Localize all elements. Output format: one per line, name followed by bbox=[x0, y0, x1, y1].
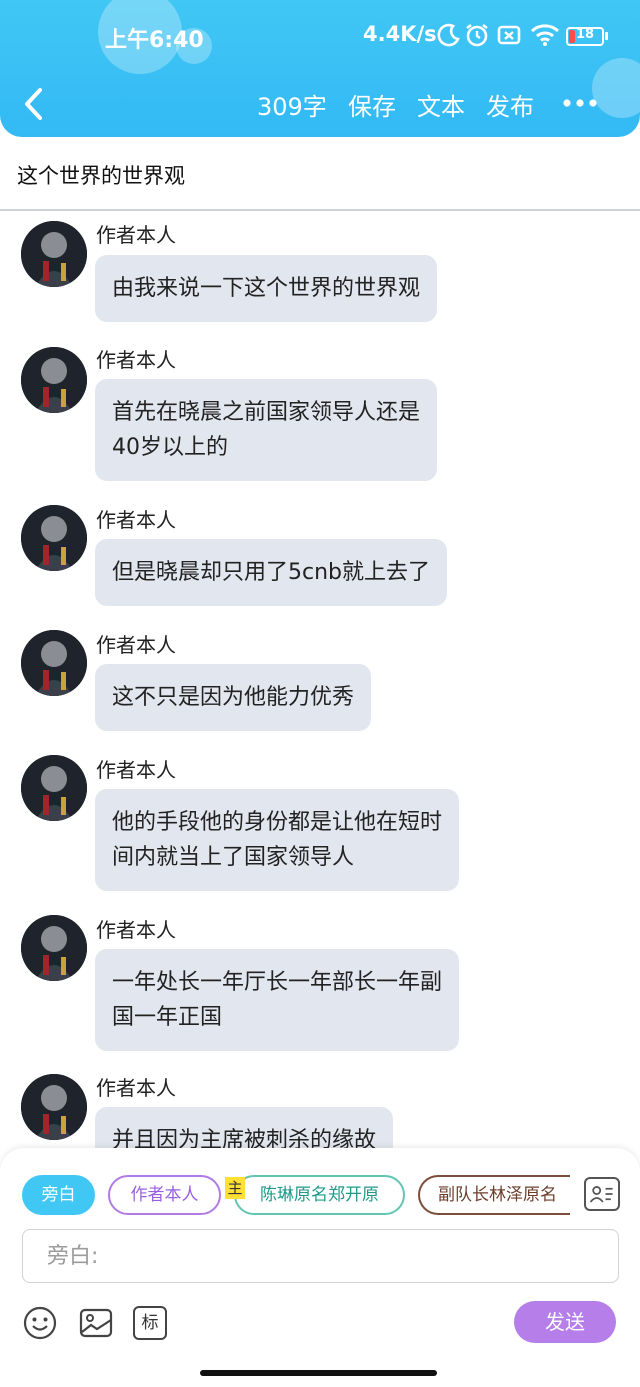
home-indicator[interactable] bbox=[200, 1370, 437, 1376]
chat-list[interactable]: 作者本人 由我来说一下这个世界的世界观 作者本人 首先在晓晨之前国家领导人还是 … bbox=[0, 213, 640, 1148]
contact-card-icon[interactable] bbox=[584, 1177, 620, 1211]
avatar[interactable] bbox=[21, 221, 87, 287]
image-icon[interactable] bbox=[79, 1306, 113, 1340]
chapter-title-row[interactable]: 这个世界的世界观 bbox=[0, 137, 640, 211]
speaker-name: 作者本人 bbox=[96, 1076, 176, 1100]
word-count: 309字 bbox=[257, 93, 327, 121]
speaker-name: 作者本人 bbox=[96, 348, 176, 372]
message-bubble[interactable]: 由我来说一下这个世界的世界观 bbox=[95, 255, 438, 322]
status-time: 上午6:40 bbox=[105, 28, 204, 53]
message-bubble[interactable]: 他的手段他的身份都是让他在短时 间内就当上了国家领导人 bbox=[95, 789, 460, 891]
avatar[interactable] bbox=[21, 347, 87, 413]
avatar[interactable] bbox=[21, 505, 87, 571]
message-bubble[interactable]: 并且因为主席被刺杀的缘故 bbox=[95, 1107, 394, 1148]
role-chip-author[interactable]: 作者本人 bbox=[108, 1175, 221, 1215]
message-bubble[interactable]: 一年处长一年厅长一年部长一年副 国一年正国 bbox=[95, 949, 460, 1051]
speaker-name: 作者本人 bbox=[96, 508, 176, 532]
battery-icon: 18 bbox=[566, 27, 604, 46]
network-speed: 4.4K/s bbox=[363, 22, 437, 46]
wifi-icon bbox=[530, 24, 560, 46]
tag-icon[interactable]: 标 bbox=[133, 1306, 167, 1340]
speaker-name: 作者本人 bbox=[96, 223, 176, 247]
avatar[interactable] bbox=[21, 1074, 87, 1140]
chapter-title[interactable]: 这个世界的世界观 bbox=[17, 160, 185, 190]
battery-cap bbox=[605, 32, 608, 40]
sim-off-icon bbox=[497, 25, 521, 45]
top-header: 上午6:40 4.4K/s 18 309字 保存 文本 发布 bbox=[0, 0, 640, 137]
avatar[interactable] bbox=[21, 630, 87, 696]
speaker-name: 作者本人 bbox=[96, 633, 176, 657]
message-bubble[interactable]: 这不只是因为他能力优秀 bbox=[95, 664, 372, 731]
publish-button[interactable]: 发布 bbox=[486, 87, 534, 122]
alarm-icon bbox=[466, 23, 488, 47]
message-bubble[interactable]: 首先在晓晨之前国家领导人还是 40岁以上的 bbox=[95, 379, 438, 481]
emoji-icon[interactable] bbox=[23, 1306, 57, 1340]
role-chip-lin-ze[interactable]: 副队长林泽原名 bbox=[418, 1175, 570, 1215]
back-button[interactable] bbox=[18, 84, 52, 124]
send-button[interactable]: 发送 bbox=[514, 1301, 616, 1343]
composer-panel: 旁白 作者本人 陈琳原名郑开原 主 副队长林泽原名 标 发送 bbox=[0, 1148, 640, 1387]
status-bar: 上午6:40 4.4K/s 18 bbox=[0, 0, 640, 74]
dialogue-input-box[interactable] bbox=[22, 1229, 619, 1283]
speaker-name: 作者本人 bbox=[96, 758, 176, 782]
avatar[interactable] bbox=[21, 755, 87, 821]
main-character-badge: 主 bbox=[225, 1177, 245, 1199]
moon-icon bbox=[437, 23, 460, 47]
speaker-name: 作者本人 bbox=[96, 918, 176, 942]
text-mode-button[interactable]: 文本 bbox=[417, 87, 465, 122]
role-chip-narration[interactable]: 旁白 bbox=[22, 1175, 95, 1215]
dialogue-input[interactable] bbox=[47, 1238, 587, 1274]
role-chip-chen-lin[interactable]: 陈琳原名郑开原 bbox=[234, 1175, 405, 1215]
nav-bar: 309字 保存 文本 发布 bbox=[0, 74, 640, 134]
message-bubble[interactable]: 但是晓晨却只用了5cnb就上去了 bbox=[95, 539, 448, 606]
more-horizontal-icon[interactable] bbox=[560, 88, 600, 118]
battery-percent: 18 bbox=[575, 27, 595, 42]
save-button[interactable]: 保存 bbox=[348, 87, 396, 122]
avatar[interactable] bbox=[21, 915, 87, 981]
